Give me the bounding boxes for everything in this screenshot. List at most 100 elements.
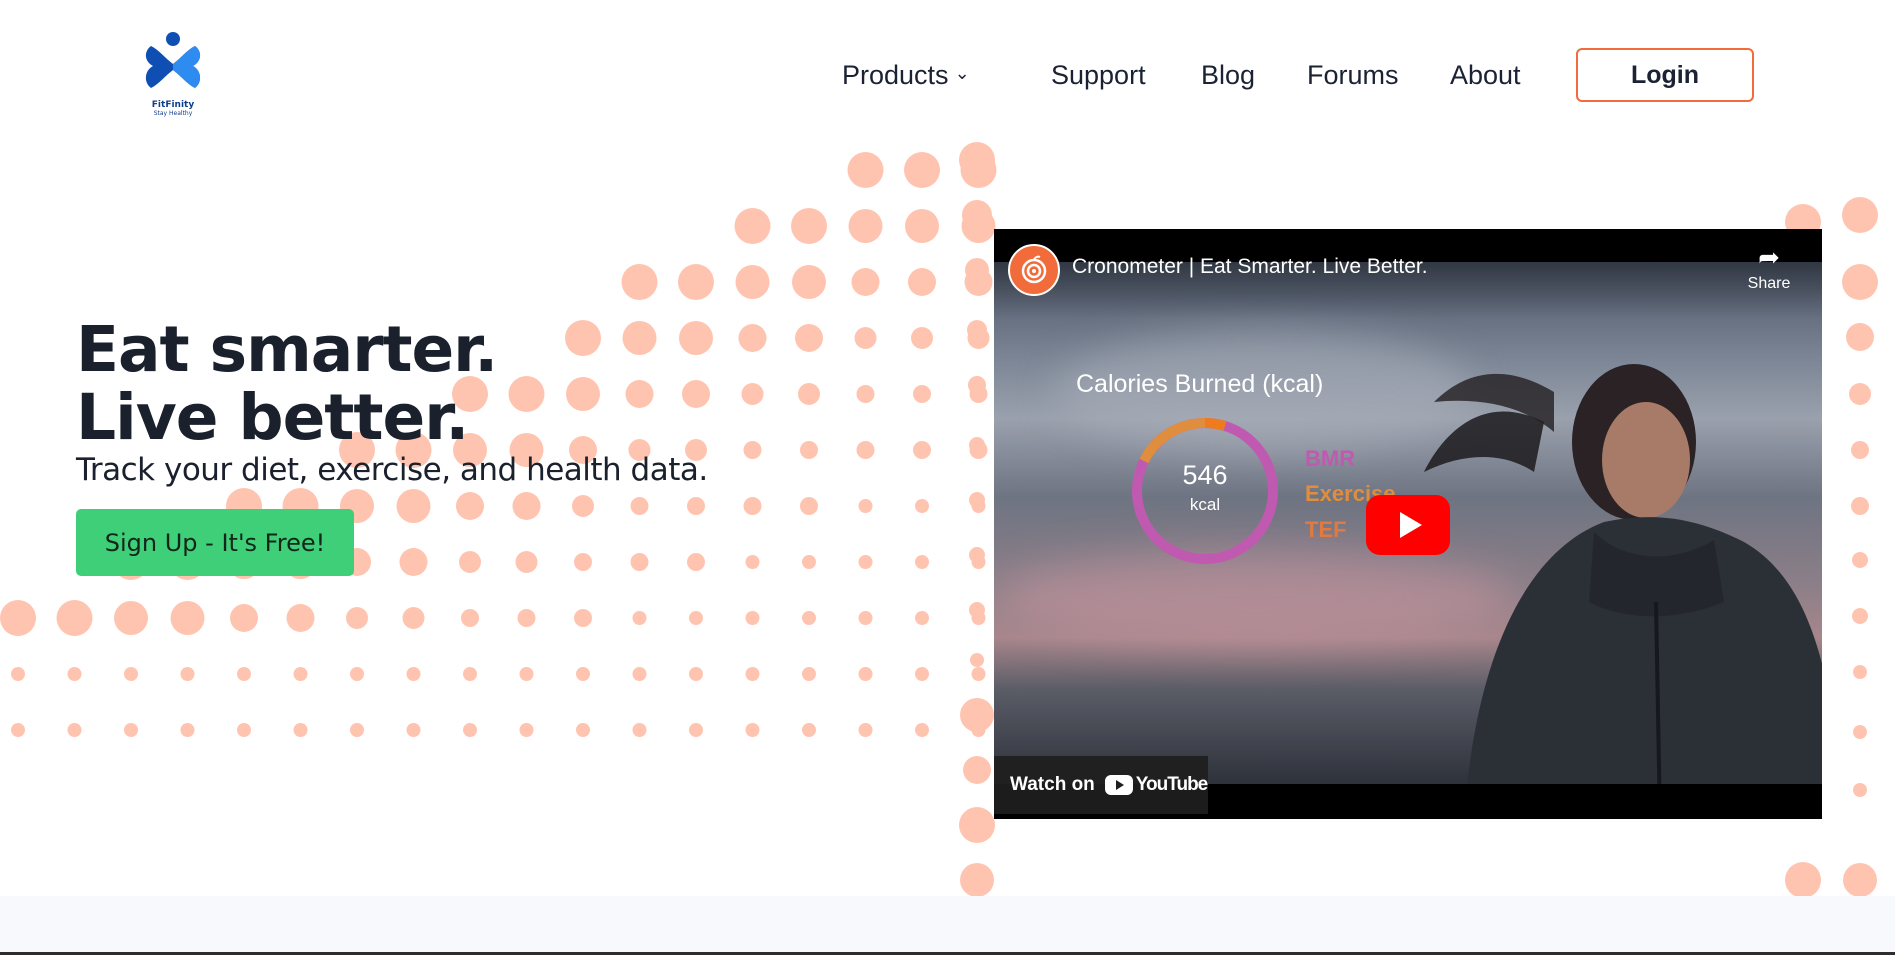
- decorative-dot: [519, 723, 534, 737]
- decorative-dot: [800, 441, 818, 459]
- decorative-dot: [959, 142, 995, 178]
- decorative-dot: [512, 492, 541, 520]
- decorative-dot: [114, 601, 148, 635]
- decorative-dot: [960, 863, 994, 897]
- hero-title-line-2: Live better.: [76, 381, 469, 454]
- decorative-dot: [1852, 608, 1868, 624]
- fitfinity-logo[interactable]: FitFinity Stay Healthy: [140, 30, 206, 120]
- decorative-dot: [566, 377, 600, 411]
- decorative-dot: [402, 607, 425, 629]
- play-button[interactable]: [1366, 495, 1450, 555]
- decorative-dot: [682, 380, 710, 408]
- decorative-dot: [858, 723, 873, 737]
- decorative-dot: [858, 611, 873, 625]
- nav-forums[interactable]: Forums: [1307, 60, 1399, 91]
- decorative-dot: [969, 437, 985, 453]
- decorative-dot: [745, 555, 760, 569]
- channel-avatar[interactable]: [1008, 244, 1060, 296]
- decorative-dot: [406, 723, 421, 737]
- decorative-dot: [0, 600, 36, 636]
- decorative-dot: [802, 555, 816, 569]
- decorative-dot: [1843, 863, 1877, 897]
- share-button[interactable]: ➦ Share: [1734, 243, 1804, 293]
- decorative-dot: [463, 667, 477, 681]
- decorative-dot: [915, 723, 929, 737]
- decorative-dot: [734, 208, 771, 244]
- decorative-dot: [905, 209, 939, 243]
- calories-ring: [1132, 417, 1278, 564]
- decorative-dot: [630, 553, 649, 571]
- nav-blog[interactable]: Blog: [1201, 60, 1255, 91]
- decorative-dot: [678, 264, 714, 300]
- decorative-dot: [743, 441, 762, 459]
- decorative-dot: [293, 667, 308, 681]
- decorative-dot: [791, 208, 827, 244]
- share-arrow-icon: ➦: [1758, 243, 1780, 273]
- calories-overlay-title: Calories Burned (kcal): [1076, 370, 1324, 398]
- decorative-dot: [971, 667, 986, 681]
- decorative-dot: [1851, 441, 1869, 459]
- decorative-dot: [802, 667, 816, 681]
- runner-figure: [1424, 364, 1822, 784]
- nav-about[interactable]: About: [1450, 60, 1521, 91]
- decorative-dot: [67, 723, 82, 737]
- decorative-dot: [621, 264, 658, 300]
- decorative-dot: [230, 604, 258, 632]
- login-button[interactable]: Login: [1576, 48, 1754, 102]
- video-embed[interactable]: Cronometer | Eat Smarter. Live Better. ➦…: [994, 229, 1822, 819]
- decorative-dot: [574, 609, 592, 627]
- decorative-dot: [293, 723, 308, 737]
- legend-bmr: BMR: [1305, 446, 1356, 471]
- chevron-down-icon: ⌄: [954, 63, 970, 83]
- decorative-dot: [572, 495, 594, 517]
- decorative-dot: [1851, 497, 1869, 515]
- decorative-dot: [463, 723, 477, 737]
- decorative-dot: [858, 499, 873, 513]
- decorative-dot: [969, 492, 985, 508]
- decorative-dot: [1852, 552, 1868, 568]
- logo-mark-icon: [145, 32, 201, 88]
- nav-products-label: Products: [842, 60, 949, 90]
- calories-value: 546: [1182, 460, 1228, 490]
- decorative-dot: [630, 497, 649, 515]
- decorative-dot: [911, 327, 933, 349]
- decorative-dot: [738, 324, 767, 352]
- decorative-dot: [689, 611, 703, 625]
- decorative-dot: [908, 268, 936, 296]
- nav-support[interactable]: Support: [1051, 60, 1146, 91]
- decorative-dot: [854, 327, 877, 349]
- legend-tef: TEF: [1305, 517, 1347, 542]
- decorative-dot: [574, 553, 592, 571]
- decorative-dot: [1849, 383, 1871, 405]
- video-title[interactable]: Cronometer | Eat Smarter. Live Better.: [1072, 255, 1428, 279]
- decorative-dot: [969, 547, 985, 563]
- decorative-dot: [856, 385, 875, 403]
- decorative-dot: [1853, 725, 1867, 739]
- decorative-dot: [858, 555, 873, 569]
- decorative-dot: [968, 376, 986, 394]
- decorative-dot: [965, 258, 989, 282]
- decorative-dot: [847, 152, 884, 188]
- decorative-dot: [798, 383, 820, 405]
- decorative-dot: [1842, 264, 1878, 300]
- decorative-dot: [802, 611, 816, 625]
- signup-button[interactable]: Sign Up - It's Free!: [76, 509, 354, 576]
- decorative-dot: [800, 497, 818, 515]
- logo-tagline: Stay Healthy: [153, 110, 193, 117]
- nav-products[interactable]: Products ⌄: [842, 60, 970, 91]
- decorative-dot: [743, 497, 762, 515]
- youtube-logo: YouTube: [1104, 774, 1208, 796]
- decorative-dot: [346, 607, 368, 629]
- decorative-dot: [963, 756, 991, 784]
- decorative-dot: [858, 667, 873, 681]
- decorative-dot: [679, 321, 713, 355]
- decorative-dot: [741, 383, 764, 405]
- apple-target-icon: [1021, 255, 1047, 284]
- youtube-play-icon: [1104, 775, 1133, 795]
- watch-on-youtube-button[interactable]: Watch on YouTube: [994, 756, 1208, 814]
- decorative-dot: [515, 551, 538, 573]
- youtube-wordmark: YouTube: [1135, 774, 1208, 795]
- decorative-dot: [687, 553, 705, 571]
- decorative-dot: [576, 667, 590, 681]
- decorative-dot: [913, 441, 931, 459]
